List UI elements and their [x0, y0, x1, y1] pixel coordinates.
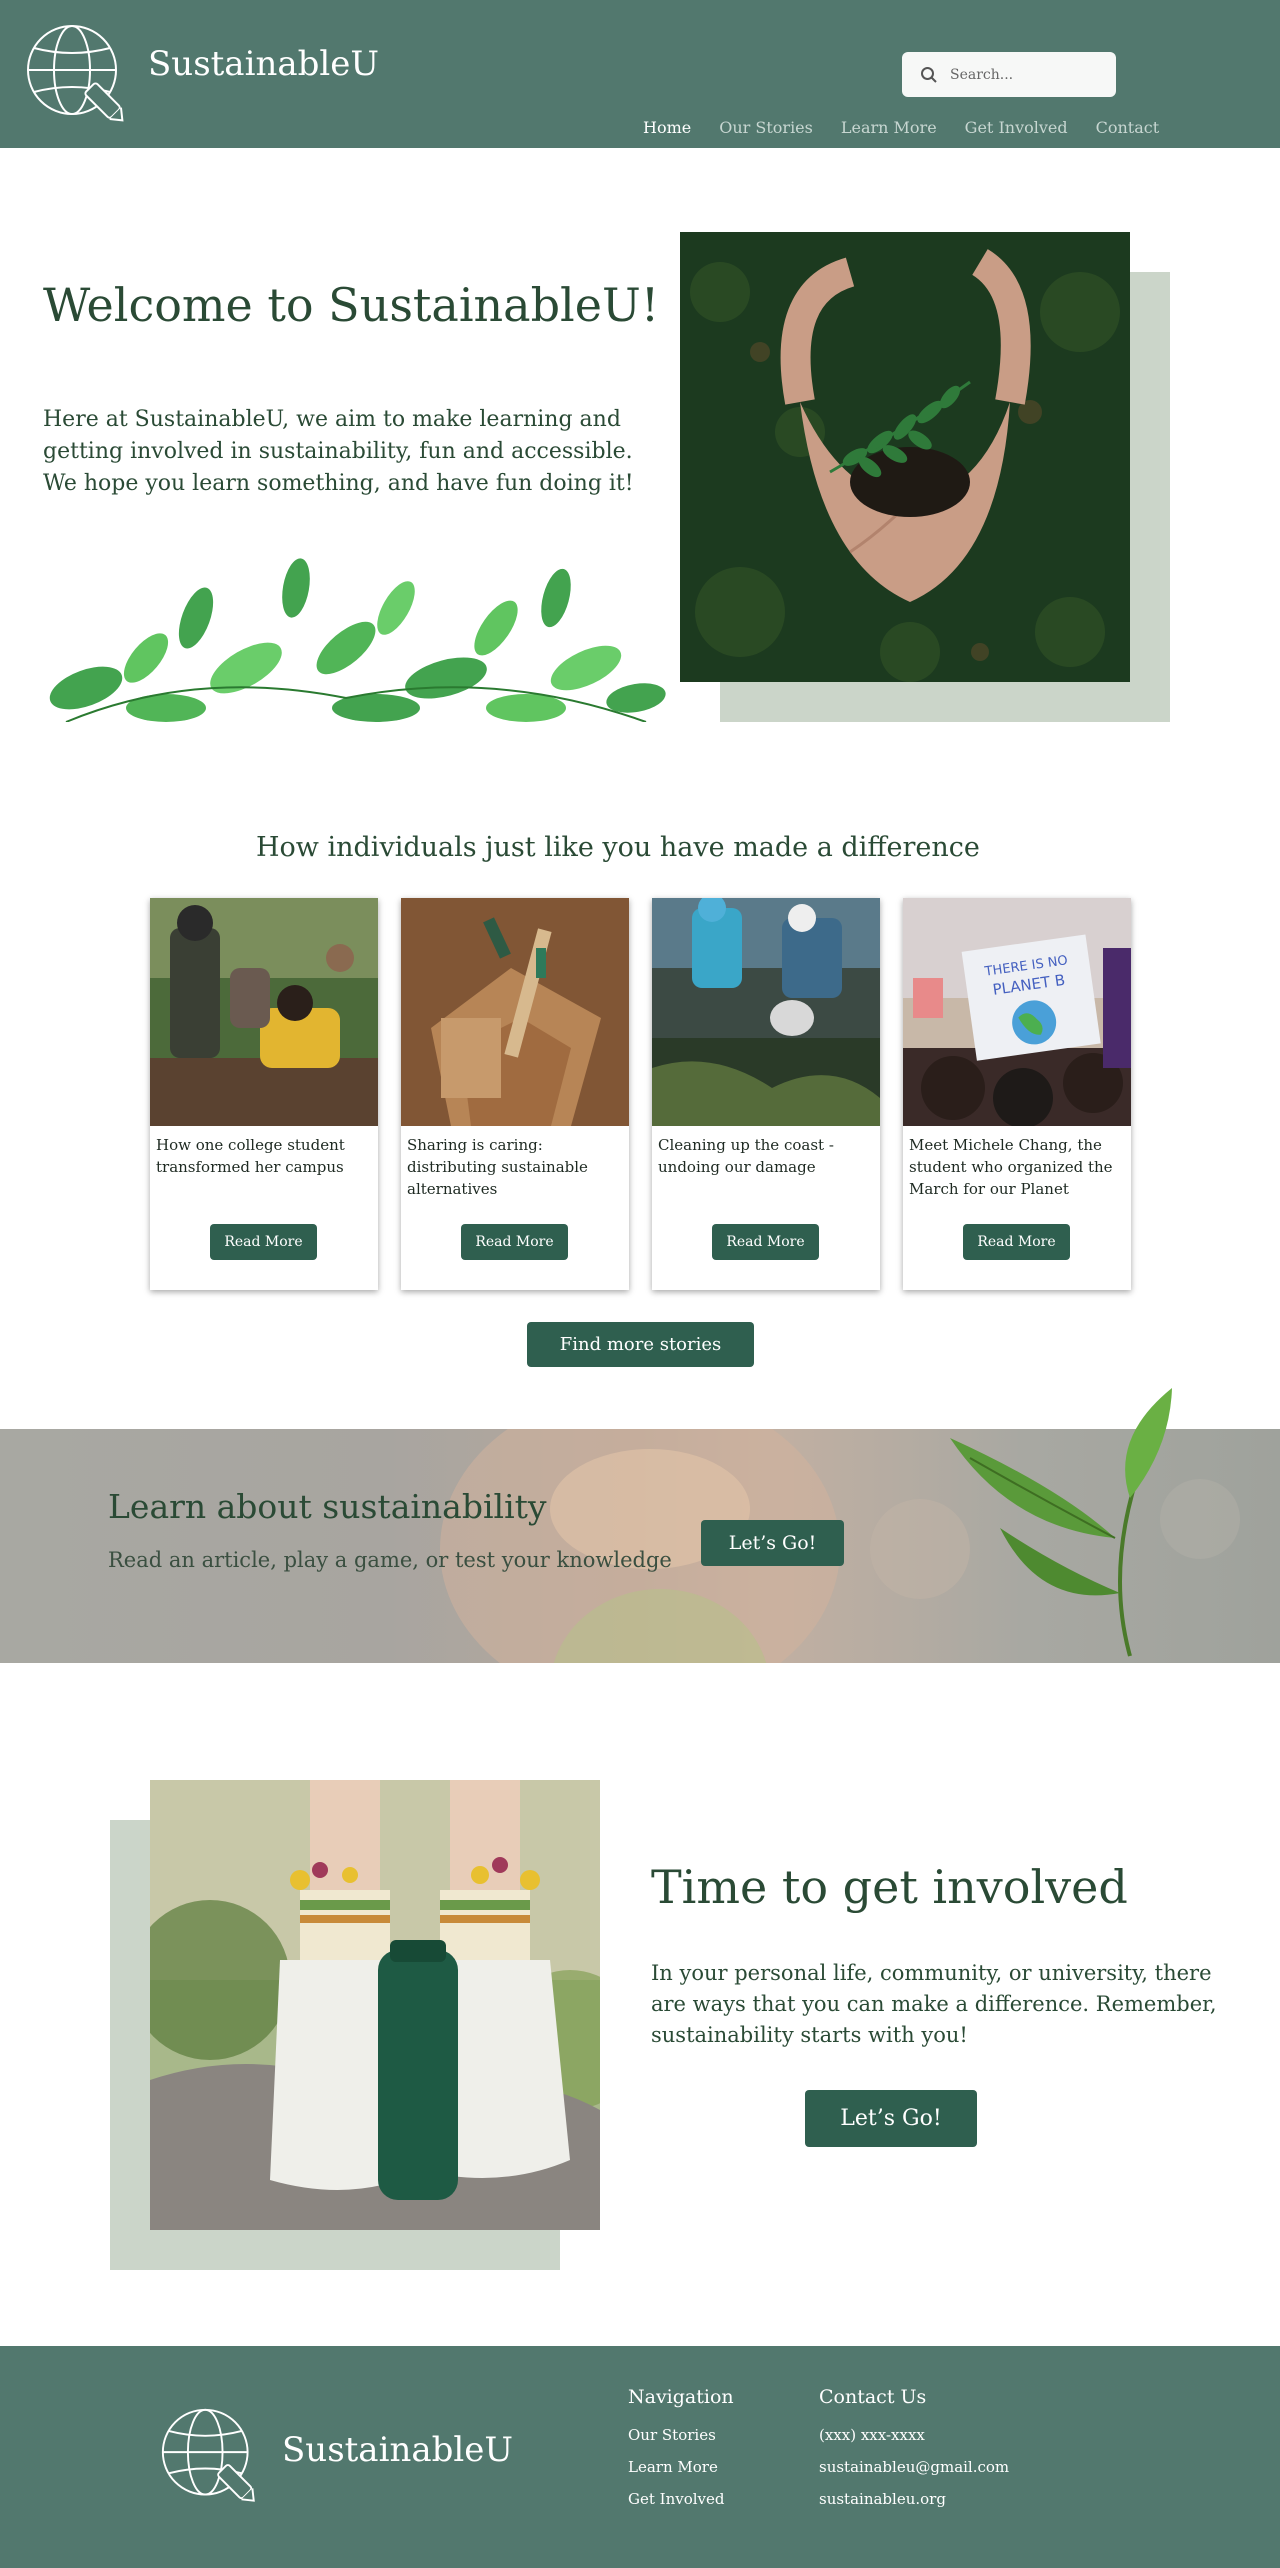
leaf-branch-icon [950, 1388, 1172, 1657]
leaves-illustration [46, 548, 666, 722]
story-photo-coast-cleanup [652, 898, 880, 1126]
involved-text: In your personal life, community, or uni… [651, 1961, 1217, 2047]
nav-get-involved[interactable]: Get Involved [965, 118, 1068, 137]
story-photo-climate-march: THERE IS NO PLANET B [903, 898, 1131, 1126]
footer-contact-heading: Contact Us [819, 2386, 927, 2408]
search-bar[interactable] [902, 52, 1116, 97]
footer-email-link[interactable]: sustainableu@gmail.com [819, 2458, 1009, 2476]
site-header: SustainableU Home Our Stories Learn More… [0, 0, 1280, 148]
story-card[interactable]: Sharing is caring: distributing sustaina… [401, 898, 629, 1290]
story-card-title: Meet Michele Chang, the student who orga… [909, 1136, 1113, 1198]
footer-link-our-stories[interactable]: Our Stories [628, 2426, 734, 2444]
globe-pencil-logo-icon[interactable] [22, 20, 134, 128]
read-more-button[interactable]: Read More [461, 1224, 568, 1260]
nav-contact[interactable]: Contact [1096, 118, 1160, 137]
hero-text: Here at SustainableU, we aim to make lea… [43, 407, 634, 496]
hero-title: Welcome to SustainableU! [43, 278, 660, 332]
story-card-title: How one college student transformed her … [156, 1136, 345, 1176]
footer-website-link[interactable]: sustainableu.org [819, 2490, 1009, 2508]
read-more-button[interactable]: Read More [210, 1224, 317, 1260]
footer-phone: (xxx) xxx-xxxx [819, 2426, 925, 2444]
learn-title: Learn about sustainability [108, 1487, 547, 1526]
learn-subtitle: Read an article, play a game, or test yo… [108, 1548, 672, 1572]
site-brand-name[interactable]: SustainableU [148, 44, 379, 84]
footer-contact: Contact Us (xxx) xxx-xxxx sustainableu@g… [819, 2386, 1009, 2522]
main-nav: Home Our Stories Learn More Get Involved… [643, 118, 1159, 137]
nav-our-stories[interactable]: Our Stories [719, 118, 813, 137]
involved-title: Time to get involved [651, 1860, 1128, 1914]
search-input[interactable] [950, 66, 1110, 83]
read-more-button[interactable]: Read More [712, 1224, 819, 1260]
story-card[interactable]: Cleaning up the coast - undoing our dama… [652, 898, 880, 1290]
story-card[interactable]: THERE IS NO PLANET B Meet Michele Chang,… [903, 898, 1131, 1290]
search-icon [921, 66, 937, 83]
footer-brand-name[interactable]: SustainableU [282, 2430, 513, 2470]
nav-home[interactable]: Home [643, 118, 691, 137]
footer-navigation: Navigation Our Stories Learn More Get In… [628, 2386, 734, 2522]
stories-heading: How individuals just like you have made … [256, 832, 980, 863]
involved-lets-go-button[interactable]: Let’s Go! [805, 2090, 977, 2147]
story-photo-volunteers-planting [150, 898, 378, 1126]
story-card[interactable]: How one college student transformed her … [150, 898, 378, 1290]
story-card-title: Cleaning up the coast - undoing our dama… [658, 1136, 834, 1176]
hero-photo-hands-seedling [680, 232, 1130, 682]
footer-link-get-involved[interactable]: Get Involved [628, 2490, 734, 2508]
find-more-stories-button[interactable]: Find more stories [527, 1322, 754, 1367]
story-photo-sustainable-products [401, 898, 629, 1126]
read-more-button[interactable]: Read More [963, 1224, 1070, 1260]
nav-learn-more[interactable]: Learn More [841, 118, 937, 137]
involved-photo-sneakers-bottle [150, 1780, 600, 2230]
globe-pencil-logo-icon[interactable] [157, 2404, 265, 2508]
story-card-title: Sharing is caring: distributing sustaina… [407, 1136, 588, 1198]
learn-lets-go-button[interactable]: Let’s Go! [701, 1520, 844, 1566]
footer-link-learn-more[interactable]: Learn More [628, 2458, 734, 2476]
footer-nav-heading: Navigation [628, 2386, 734, 2408]
